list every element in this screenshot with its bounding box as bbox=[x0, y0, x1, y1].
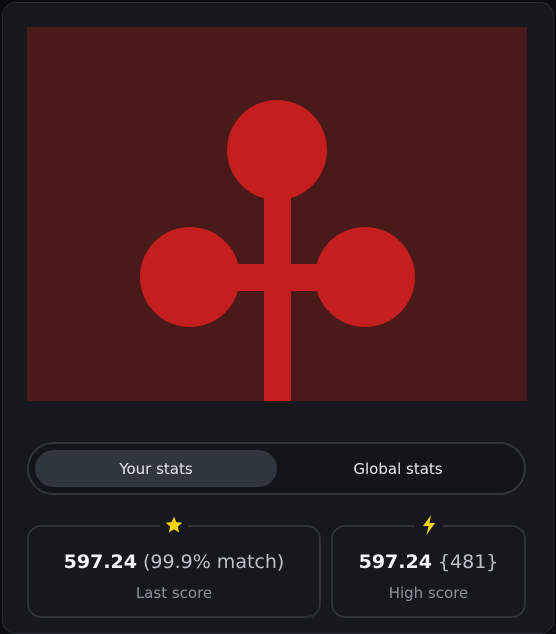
last-score-match: (99.9% match) bbox=[143, 551, 285, 573]
high-score-value: 597.24 bbox=[358, 551, 432, 573]
high-score-line: 597.24 {481} bbox=[333, 551, 524, 573]
shape-preview bbox=[27, 27, 527, 401]
club-shape-image bbox=[140, 100, 415, 401]
last-score-line: 597.24 (99.9% match) bbox=[29, 551, 319, 573]
last-score-value: 597.24 bbox=[63, 551, 137, 573]
stats-tabs: Your stats Global stats bbox=[27, 442, 526, 495]
star-icon bbox=[160, 513, 188, 537]
high-score-label: High score bbox=[388, 584, 469, 602]
lightning-icon bbox=[414, 513, 443, 537]
tab-global-stats[interactable]: Global stats bbox=[277, 450, 519, 487]
shape-stem bbox=[264, 187, 291, 401]
high-score-card: 597.24 {481} High score bbox=[331, 513, 526, 618]
last-score-label: Last score bbox=[135, 584, 213, 602]
last-score-card: 597.24 (99.9% match) Last score bbox=[27, 513, 321, 618]
high-score-rank: {481} bbox=[437, 551, 499, 573]
shape-top-circle bbox=[227, 100, 327, 200]
shape-left-circle bbox=[140, 227, 240, 327]
shape-right-circle bbox=[315, 227, 415, 327]
tab-your-stats[interactable]: Your stats bbox=[35, 450, 277, 487]
